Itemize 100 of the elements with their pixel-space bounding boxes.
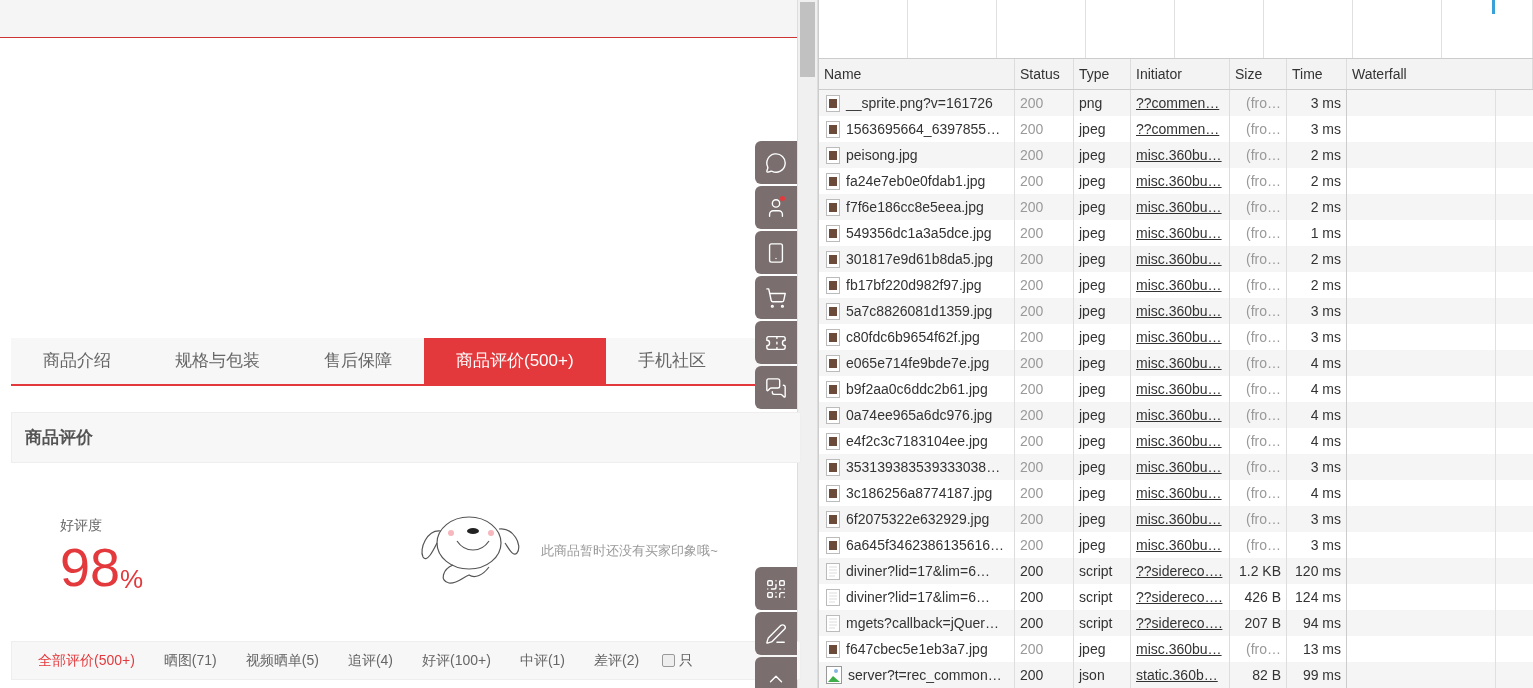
request-name[interactable]: fa24e7eb0e0fdab1.jpg — [846, 170, 986, 192]
request-name[interactable]: e065e714fe9bde7e.jpg — [846, 352, 990, 374]
initiator-link[interactable]: misc.360bu… — [1136, 144, 1222, 166]
initiator-link[interactable]: misc.360bu… — [1136, 482, 1222, 504]
image-file-icon — [826, 172, 840, 190]
filter-link[interactable]: 差评(2) — [594, 650, 640, 671]
column-header[interactable]: Status — [1015, 59, 1074, 89]
status-code: 200 — [1020, 379, 1044, 399]
request-name[interactable]: 0a74ee965a6dc976.jpg — [846, 404, 993, 426]
column-header[interactable]: Name — [819, 59, 1015, 89]
column-header[interactable]: Type — [1074, 59, 1131, 89]
initiator-link[interactable]: misc.360bu… — [1136, 300, 1222, 322]
messages-icon[interactable] — [755, 366, 797, 409]
request-name[interactable]: mgets?callback=jQuer… — [846, 612, 999, 634]
cart-icon[interactable] — [755, 276, 797, 319]
request-name[interactable]: 549356dc1a3a5dce.jpg — [846, 222, 992, 244]
filter-link[interactable]: 追评(4) — [347, 650, 393, 671]
request-name[interactable]: diviner?lid=17&lim=6… — [846, 560, 990, 582]
tab[interactable]: 规格与包装 — [143, 338, 292, 384]
user-icon[interactable] — [755, 186, 797, 229]
request-name[interactable]: b9f2aa0c6ddc2b61.jpg — [846, 378, 988, 400]
request-name[interactable]: e4f2c3c7183104ee.jpg — [846, 430, 988, 452]
column-header[interactable]: Time — [1287, 59, 1347, 89]
image-file-icon — [826, 328, 840, 346]
tab[interactable]: 商品介绍 — [11, 338, 143, 384]
tab[interactable]: 售后保障 — [292, 338, 424, 384]
initiator-link[interactable]: ??commen… — [1136, 118, 1220, 140]
request-name[interactable]: f647cbec5e1eb3a7.jpg — [846, 638, 988, 660]
type-text: jpeg — [1079, 353, 1106, 373]
request-name[interactable]: fb17bf220d982f97.jpg — [846, 274, 982, 296]
initiator-link[interactable]: misc.360bu… — [1136, 326, 1222, 348]
status-code: 200 — [1020, 587, 1044, 607]
request-name[interactable]: server?t=rec_common… — [848, 664, 1002, 686]
initiator-link[interactable]: misc.360bu… — [1136, 404, 1222, 426]
size-text: (fro… — [1246, 327, 1281, 347]
request-name[interactable]: 6f2075322e632929.jpg — [846, 508, 990, 530]
type-text: jpeg — [1079, 379, 1106, 399]
filter-link[interactable]: 好评(100+) — [422, 650, 491, 671]
qr-code-icon[interactable] — [755, 567, 797, 610]
rating-value: 98 — [60, 540, 121, 594]
initiator-link[interactable]: static.360b… — [1136, 664, 1218, 686]
request-name[interactable]: 353139383539333038… — [846, 456, 1001, 478]
initiator-link[interactable]: misc.360bu… — [1136, 508, 1222, 530]
time-text: 3 ms — [1310, 119, 1341, 139]
initiator-link[interactable]: ??sidereco…. — [1136, 560, 1223, 582]
back-to-top-icon[interactable] — [755, 657, 797, 688]
type-text: jpeg — [1079, 197, 1106, 217]
size-text: (fro… — [1246, 223, 1281, 243]
image-file-icon — [826, 224, 840, 242]
request-name[interactable]: 5a7c8826081d1359.jpg — [846, 300, 993, 322]
request-name[interactable]: c80fdc6b9654f62f.jpg — [846, 326, 980, 348]
initiator-link[interactable]: misc.360bu… — [1136, 170, 1222, 192]
column-header[interactable]: Initiator — [1131, 59, 1230, 89]
size-text: (fro… — [1246, 119, 1281, 139]
status-code: 200 — [1020, 145, 1044, 165]
chat-icon[interactable] — [755, 141, 797, 184]
filter-link[interactable]: 视频晒单(5) — [245, 650, 319, 671]
tab[interactable]: 商品评价(500+) — [424, 338, 606, 384]
checkbox[interactable] — [662, 654, 676, 667]
request-name[interactable]: peisong.jpg — [846, 144, 918, 166]
initiator-link[interactable]: misc.360bu… — [1136, 248, 1222, 270]
filter-link[interactable]: 中评(1) — [519, 650, 565, 671]
request-name[interactable]: 301817e9d61b8da5.jpg — [846, 248, 994, 270]
column-header[interactable]: Size — [1230, 59, 1287, 89]
initiator-link[interactable]: misc.360bu… — [1136, 274, 1222, 296]
request-name[interactable]: 6a645f3462386135616… — [846, 534, 1005, 556]
initiator-link[interactable]: misc.360bu… — [1136, 638, 1222, 660]
initiator-link[interactable]: misc.360bu… — [1136, 456, 1222, 478]
scrollbar-thumb[interactable] — [800, 2, 815, 77]
request-name[interactable]: f7f6e186cc8e5eea.jpg — [846, 196, 984, 218]
initiator-link[interactable]: ??sidereco…. — [1136, 586, 1223, 608]
time-text: 4 ms — [1310, 353, 1341, 373]
initiator-link[interactable]: misc.360bu… — [1136, 430, 1222, 452]
status-code: 200 — [1020, 119, 1044, 139]
filter-link[interactable]: 晒图(71) — [163, 650, 217, 671]
initiator-link[interactable]: misc.360bu… — [1136, 352, 1222, 374]
tab[interactable]: 手机社区 — [605, 338, 738, 384]
initiator-link[interactable]: misc.360bu… — [1136, 222, 1222, 244]
image-file-icon — [826, 120, 840, 138]
edit-icon[interactable] — [755, 612, 797, 655]
timeline-mark — [1492, 0, 1495, 14]
status-code: 200 — [1020, 535, 1044, 555]
request-name[interactable]: 3c186256a8774187.jpg — [846, 482, 993, 504]
initiator-link[interactable]: misc.360bu… — [1136, 196, 1222, 218]
request-name[interactable]: __sprite.png?v=161726 — [846, 92, 993, 114]
phone-icon[interactable] — [755, 231, 797, 274]
column-header[interactable]: Waterfall — [1347, 59, 1533, 89]
ticket-icon[interactable] — [755, 321, 797, 364]
document-icon — [826, 562, 840, 580]
initiator-link[interactable]: misc.360bu… — [1136, 378, 1222, 400]
type-text: jpeg — [1079, 223, 1106, 243]
type-text: jpeg — [1079, 145, 1106, 165]
initiator-link[interactable]: ??commen… — [1136, 92, 1220, 114]
request-name[interactable]: 1563695664_6397855… — [846, 118, 1001, 140]
filter-link[interactable]: 全部评价(500+) — [38, 650, 135, 671]
type-text: jpeg — [1079, 301, 1106, 321]
time-text: 94 ms — [1302, 613, 1341, 633]
request-name[interactable]: diviner?lid=17&lim=6… — [846, 586, 990, 608]
initiator-link[interactable]: misc.360bu… — [1136, 534, 1222, 556]
initiator-link[interactable]: ??sidereco…. — [1136, 612, 1223, 634]
